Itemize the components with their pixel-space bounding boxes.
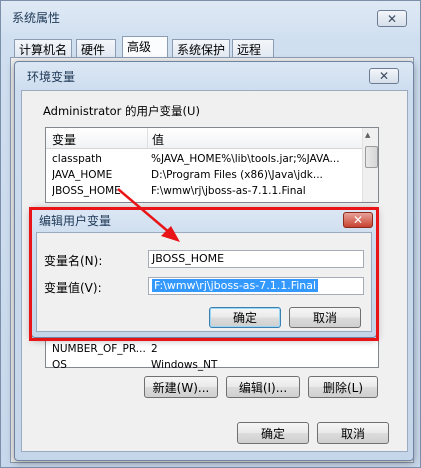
- annotation-arrow-layer: [117, 188, 180, 242]
- annotation-arrow-line: [117, 188, 171, 234]
